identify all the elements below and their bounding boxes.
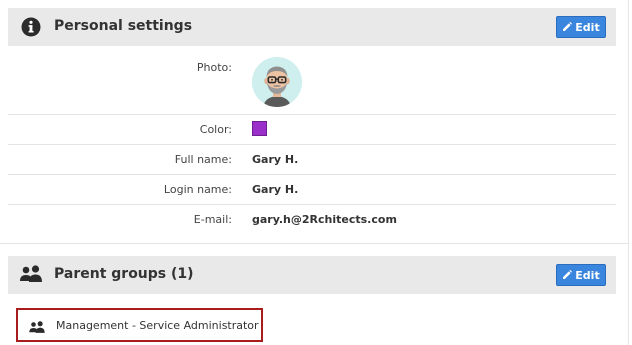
login-name-value: Gary H. bbox=[252, 183, 299, 196]
users-icon bbox=[19, 264, 43, 286]
pencil-icon bbox=[562, 22, 573, 32]
parent-groups-header: Parent groups (1) Edit bbox=[8, 256, 616, 294]
edit-button-label: Edit bbox=[575, 20, 600, 34]
login-name-label: Login name: bbox=[163, 183, 232, 196]
personal-settings-title: Personal settings bbox=[54, 18, 193, 34]
edit-parent-groups-button[interactable]: Edit bbox=[556, 264, 606, 286]
parent-groups-title: Parent groups (1) bbox=[54, 266, 194, 282]
email-value: gary.h@2Rchitects.com bbox=[252, 213, 397, 226]
user-settings-page: Personal settings Edit Photo: Color: Ful… bbox=[0, 0, 632, 345]
users-icon bbox=[28, 320, 46, 339]
parent-group-item[interactable]: Management - Service Administrator bbox=[16, 308, 263, 342]
color-row: Color: bbox=[8, 115, 616, 145]
avatar[interactable] bbox=[252, 57, 302, 107]
info-circle-icon bbox=[19, 16, 43, 38]
edit-button-label: Edit bbox=[575, 268, 600, 282]
photo-row: Photo: bbox=[8, 47, 616, 115]
panel-border bbox=[628, 0, 629, 345]
email-label: E-mail: bbox=[193, 213, 232, 226]
full-name-row: Full name: Gary H. bbox=[8, 145, 616, 175]
color-label: Color: bbox=[199, 123, 232, 136]
color-swatch bbox=[252, 121, 267, 136]
pencil-icon bbox=[562, 270, 573, 280]
personal-settings-header: Personal settings Edit bbox=[8, 8, 616, 46]
parent-group-name: Management - Service Administrator bbox=[56, 319, 259, 332]
edit-personal-settings-button[interactable]: Edit bbox=[556, 16, 606, 38]
full-name-value: Gary H. bbox=[252, 153, 299, 166]
login-name-row: Login name: Gary H. bbox=[8, 175, 616, 205]
email-row: E-mail: gary.h@2Rchitects.com bbox=[8, 205, 616, 234]
section-divider bbox=[0, 243, 628, 244]
photo-label: Photo: bbox=[196, 61, 232, 74]
full-name-label: Full name: bbox=[174, 153, 232, 166]
